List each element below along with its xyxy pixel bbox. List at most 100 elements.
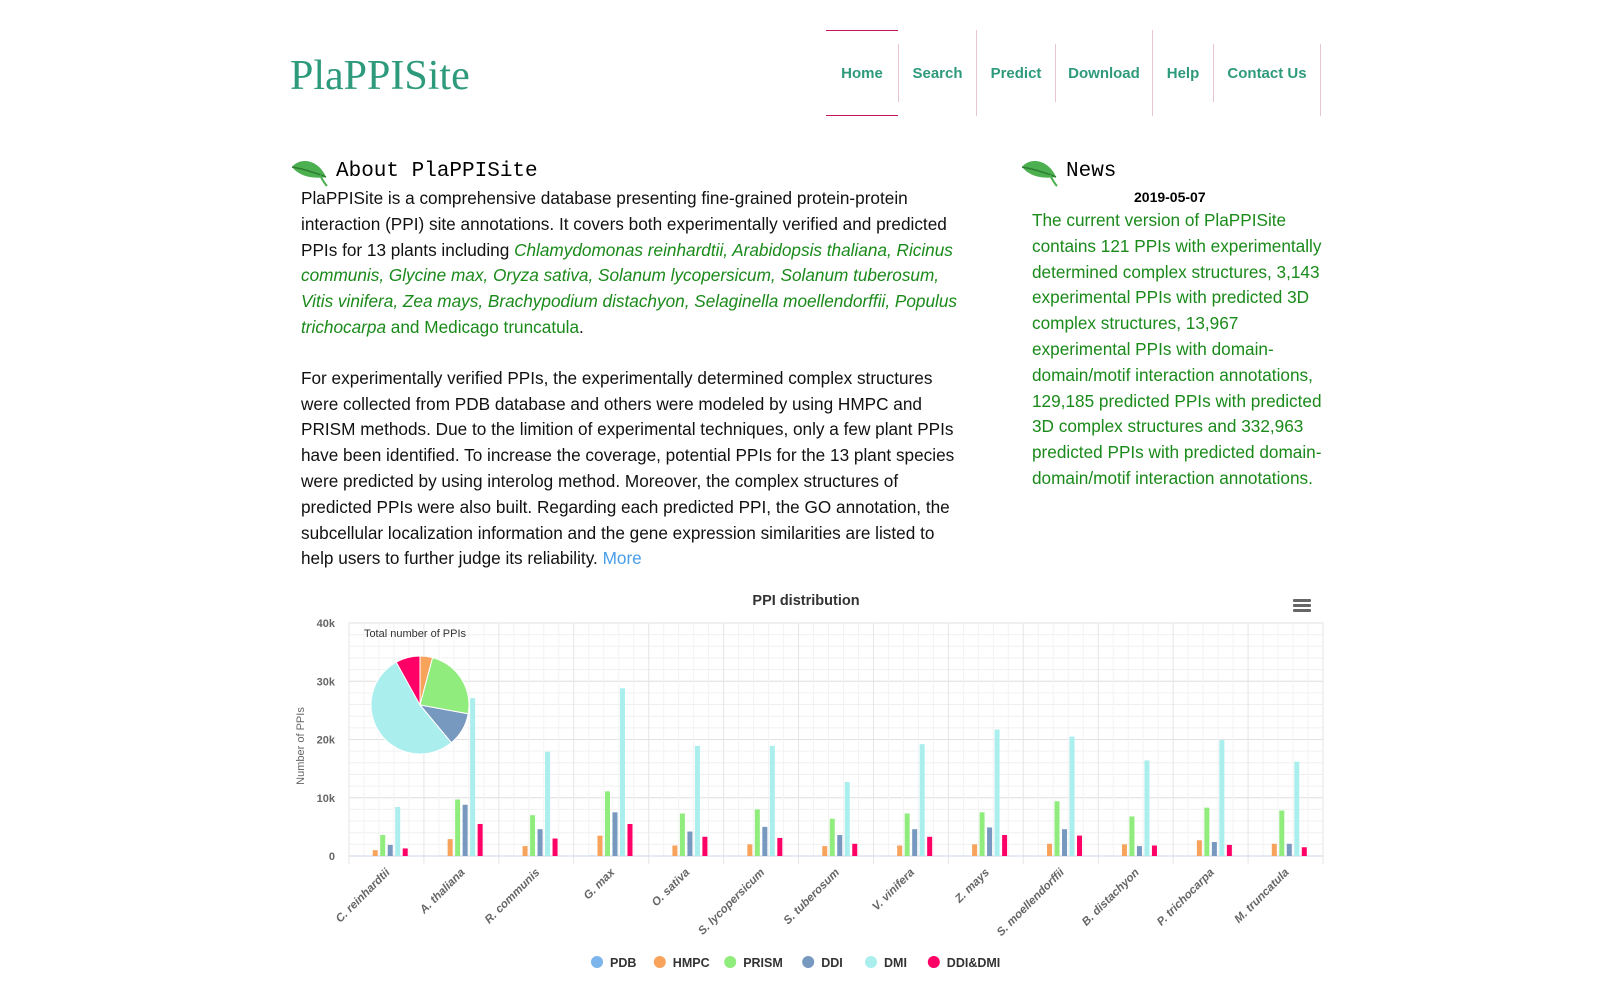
legend-marker[interactable] (865, 956, 877, 968)
bar-ddi-dmi[interactable] (552, 838, 558, 856)
nav-contact-us[interactable]: Contact Us (1214, 30, 1320, 116)
nav-search[interactable]: Search (899, 30, 976, 116)
bar-dmi[interactable] (619, 688, 625, 856)
bar-ddi-dmi[interactable] (402, 848, 408, 856)
bar-dmi[interactable] (769, 745, 775, 856)
bar-dmi[interactable] (994, 729, 1000, 856)
legend-item-ddi[interactable]: DDI (821, 956, 843, 970)
bar-dmi[interactable] (1219, 740, 1225, 856)
legend-marker[interactable] (927, 956, 940, 968)
chart-bars (372, 688, 1307, 856)
bar-dmi[interactable] (1069, 736, 1075, 856)
bar-hmpc[interactable] (672, 845, 678, 856)
bar-ddi[interactable] (687, 831, 693, 856)
bar-hmpc[interactable] (822, 846, 828, 856)
bar-dmi[interactable] (1144, 760, 1150, 856)
bar-ddi-dmi[interactable] (627, 823, 633, 856)
bar-prism[interactable] (530, 815, 536, 856)
legend-item-hmpc[interactable]: HMPC (673, 956, 710, 970)
bar-ddi[interactable] (762, 826, 768, 856)
bar-prism[interactable] (1204, 807, 1210, 856)
bar-ddi-dmi[interactable] (702, 836, 708, 856)
pie-title: Total number of PPIs (364, 628, 467, 640)
nav-home[interactable]: Home (826, 30, 898, 116)
bar-dmi[interactable] (919, 744, 925, 856)
about-paragraph-2: For experimentally verified PPIs, the ex… (301, 366, 969, 572)
legend-item-prism[interactable]: PRISM (743, 956, 783, 970)
bar-dmi[interactable] (694, 745, 700, 856)
legend-marker[interactable] (653, 956, 666, 968)
bar-hmpc[interactable] (1047, 843, 1053, 856)
bar-ddi[interactable] (837, 835, 843, 856)
bar-ddi-dmi[interactable] (477, 823, 483, 856)
bar-ddi[interactable] (387, 844, 393, 856)
bar-ddi-dmi[interactable] (1301, 847, 1307, 856)
legend-item-ddi-dmi[interactable]: DDI&DMI (947, 956, 1000, 970)
bar-dmi[interactable] (1294, 761, 1300, 856)
bar-prism[interactable] (979, 812, 985, 856)
about-detail-text: For experimentally verified PPIs, the ex… (301, 367, 955, 569)
bar-prism[interactable] (904, 813, 910, 856)
nav-predict[interactable]: Predict (977, 30, 1055, 116)
about-header: About PlaPPISite (290, 155, 538, 187)
legend-item-pdb[interactable]: PDB (610, 956, 636, 970)
bar-prism[interactable] (754, 809, 760, 856)
bar-ddi-dmi[interactable] (1077, 835, 1083, 856)
nav-download[interactable]: Download (1056, 30, 1152, 116)
x-tick-label: M. truncatula (1233, 866, 1293, 926)
site-logo[interactable]: PlaPPISite (290, 52, 470, 100)
chart-legend: PDB HMPC PRISM DDI DMI DDI&DMI (591, 956, 1000, 970)
bar-ddi[interactable] (912, 829, 918, 856)
bar-hmpc[interactable] (372, 850, 378, 856)
legend-marker[interactable] (802, 956, 815, 968)
bar-ddi[interactable] (612, 812, 618, 856)
bar-ddi[interactable] (537, 829, 543, 856)
x-tick-label: S. tuberosum (782, 867, 842, 927)
hamburger-menu-icon[interactable] (1290, 596, 1314, 616)
bar-ddi[interactable] (987, 827, 993, 856)
nav-help[interactable]: Help (1153, 30, 1213, 116)
bar-ddi-dmi[interactable] (927, 836, 933, 856)
ppi-distribution-chart: PPI distribution Number of PPIs C. reinh… (290, 590, 1330, 995)
bar-dmi[interactable] (844, 782, 850, 856)
bar-hmpc[interactable] (522, 846, 528, 856)
bar-prism[interactable] (604, 791, 610, 856)
legend-marker[interactable] (724, 956, 737, 968)
bar-prism[interactable] (679, 813, 685, 856)
bar-ddi[interactable] (462, 804, 468, 856)
bar-ddi-dmi[interactable] (1226, 844, 1232, 856)
bar-prism[interactable] (1054, 801, 1060, 856)
bar-ddi[interactable] (1211, 842, 1217, 856)
more-link[interactable]: More (603, 548, 642, 568)
bar-hmpc[interactable] (972, 844, 978, 856)
y-tick-label: 20k (317, 735, 336, 747)
bar-ddi-dmi[interactable] (777, 837, 783, 856)
bar-hmpc[interactable] (1121, 844, 1127, 856)
bar-ddi-dmi[interactable] (852, 843, 858, 856)
bar-prism[interactable] (1279, 810, 1285, 856)
bar-dmi[interactable] (470, 698, 476, 856)
chart-title: PPI distribution (752, 593, 859, 609)
bar-dmi[interactable] (395, 807, 401, 856)
bar-prism[interactable] (1129, 816, 1135, 856)
bar-hmpc[interactable] (747, 844, 753, 856)
bar-hmpc[interactable] (1271, 843, 1277, 856)
bar-prism[interactable] (829, 818, 835, 856)
bar-hmpc[interactable] (897, 845, 903, 856)
bar-ddi[interactable] (1062, 829, 1068, 856)
x-tick-label: Z. mays (952, 867, 991, 906)
bar-hmpc[interactable] (1196, 840, 1202, 856)
legend-marker[interactable] (591, 956, 603, 968)
bar-ddi[interactable] (1136, 846, 1142, 856)
bar-prism[interactable] (380, 835, 386, 856)
bar-ddi-dmi[interactable] (1002, 835, 1008, 856)
bar-hmpc[interactable] (447, 839, 453, 856)
bar-hmpc[interactable] (597, 835, 603, 856)
x-axis-labels: C. reinhardtii A. thaliana R. communis G. m… (334, 866, 1292, 939)
bar-dmi[interactable] (545, 751, 551, 856)
news-date: 2019-05-07 (1134, 189, 1206, 205)
bar-ddi[interactable] (1286, 843, 1292, 856)
bar-prism[interactable] (455, 799, 461, 856)
legend-item-dmi[interactable]: DMI (884, 956, 907, 970)
bar-ddi-dmi[interactable] (1151, 845, 1157, 856)
